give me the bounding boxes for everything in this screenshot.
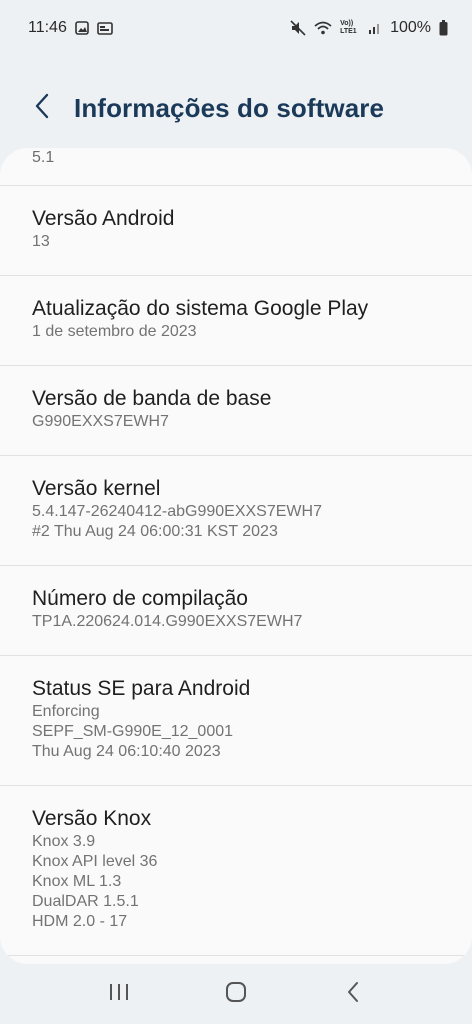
- info-items: Versão Android 13 Atualização do sistema G…: [0, 186, 472, 956]
- software-info-list[interactable]: 5.1 Versão Android 13 Atualização do siste…: [0, 148, 472, 964]
- list-item[interactable]: Versão kernel 5.4.147-26240412-abG990EXXS…: [0, 456, 472, 566]
- item-value: Knox API level 36: [32, 853, 158, 870]
- item-value: 5.4.147-26240412-abG990EXXS7EWH7: [32, 503, 322, 520]
- item-value: 13: [32, 233, 50, 250]
- recent-apps-icon: [108, 982, 130, 1007]
- app-header: Informações do software: [0, 82, 472, 134]
- status-time: 11:46: [28, 19, 67, 36]
- navigation-bar: [0, 964, 472, 1024]
- home-button[interactable]: [206, 974, 266, 1014]
- list-item[interactable]: Versão de banda de base G990EXXS7EWH7: [0, 366, 472, 456]
- page-title: Informações do software: [74, 92, 385, 123]
- home-icon: [225, 981, 247, 1008]
- list-item[interactable]: Versão Knox Knox 3.9 Knox API level 36 Knox…: [0, 786, 472, 956]
- partial-item-value: 5.1: [0, 148, 472, 186]
- battery-icon: [439, 20, 448, 36]
- item-title: Versão de banda de base: [32, 387, 272, 410]
- status-bar-left: 11:46: [28, 19, 113, 37]
- item-value: TP1A.220624.014.G990EXXS7EWH7: [32, 613, 303, 630]
- item-title: Versão kernel: [32, 477, 161, 500]
- wifi-icon: [314, 21, 332, 35]
- volte-label: Vo)) LTE1: [340, 20, 357, 35]
- item-value: Thu Aug 24 06:10:40 2023: [32, 743, 221, 760]
- recent-apps-button[interactable]: [89, 974, 149, 1014]
- item-title: Versão Knox: [32, 807, 152, 830]
- item-value: Knox 3.9: [32, 833, 96, 850]
- item-value: Knox ML 1.3: [32, 873, 122, 890]
- item-value: SEPF_SM-G990E_12_0001: [32, 723, 234, 740]
- list-item[interactable]: Atualização do sistema Google Play 1 de s…: [0, 276, 472, 366]
- list-item[interactable]: Número de compilação TP1A.220624.014.G990…: [0, 566, 472, 656]
- item-title: Número de compilação: [32, 587, 248, 610]
- list-item[interactable]: Status SE para Android Enforcing SEPF_SM-G…: [0, 656, 472, 786]
- item-title: Status SE para Android: [32, 677, 251, 700]
- nav-back-button[interactable]: [323, 974, 383, 1014]
- list-item[interactable]: Versão Android 13: [0, 186, 472, 276]
- item-value: 1 de setembro de 2023: [32, 323, 197, 340]
- item-value: Enforcing: [32, 703, 100, 720]
- item-value: G990EXXS7EWH7: [32, 413, 169, 430]
- chevron-left-icon: [34, 93, 50, 124]
- item-title: Atualização do sistema Google Play: [32, 297, 369, 320]
- status-bar-right: Vo)) LTE1 100%: [290, 19, 448, 37]
- screen-icon: [97, 21, 113, 35]
- status-bar: 11:46 Vo)) LTE1 100%: [0, 0, 472, 56]
- gallery-icon: [75, 21, 89, 35]
- item-value: #2 Thu Aug 24 06:00:31 KST 2023: [32, 523, 278, 540]
- back-button[interactable]: [22, 88, 62, 128]
- battery-percent: 100%: [390, 19, 431, 36]
- item-value: DualDAR 1.5.1: [32, 893, 139, 910]
- signal-icon: [368, 21, 382, 35]
- back-icon: [346, 981, 360, 1008]
- item-title: Versão Android: [32, 207, 175, 230]
- mute-icon: [290, 20, 306, 36]
- item-value: HDM 2.0 - 17: [32, 913, 128, 930]
